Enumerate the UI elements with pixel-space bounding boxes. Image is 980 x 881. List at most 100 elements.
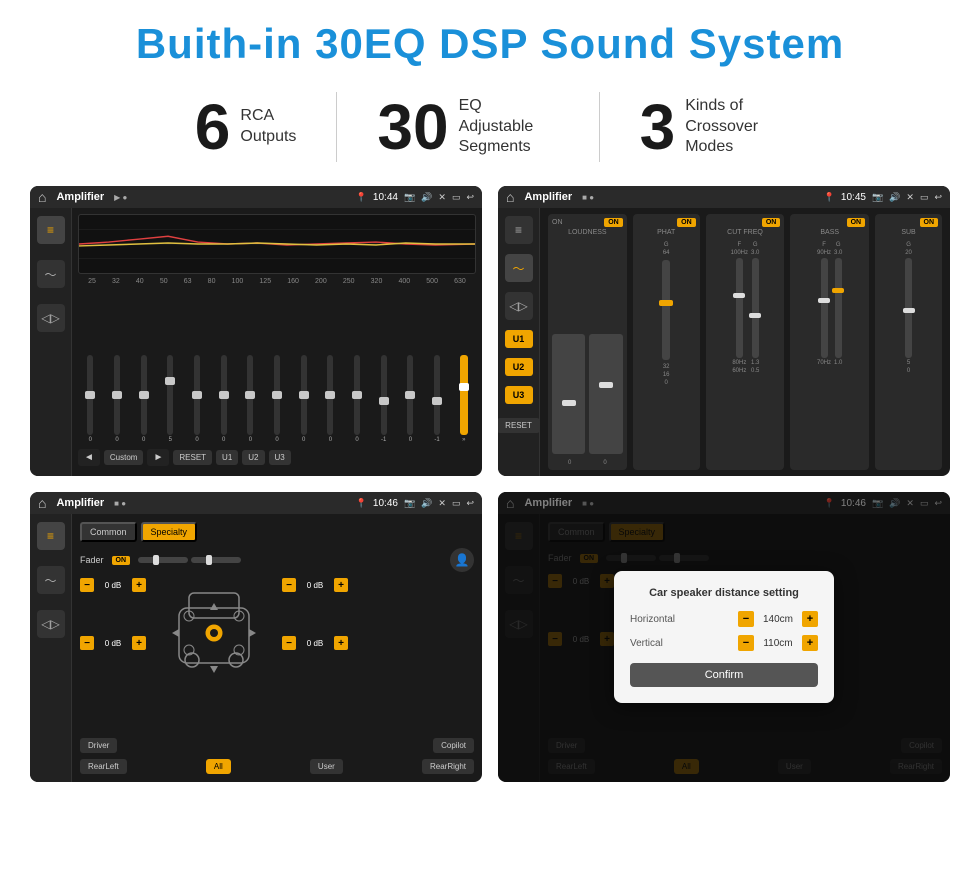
vol-lb-minus[interactable]: − bbox=[80, 636, 94, 650]
cross-eq-icon[interactable]: ≡ bbox=[505, 216, 533, 244]
eq-icon-wave[interactable]: 〜 bbox=[37, 260, 65, 288]
btn-copilot[interactable]: Copilot bbox=[433, 738, 474, 753]
eq-icon-active[interactable]: ≡ bbox=[37, 216, 65, 244]
eq-u3-btn[interactable]: U3 bbox=[269, 450, 291, 465]
dialog-title: Car speaker distance setting bbox=[630, 587, 818, 599]
loudness-on-badge[interactable]: ON bbox=[604, 218, 623, 227]
fader-user-icon: 👤 bbox=[450, 548, 474, 572]
back-icon-eq[interactable]: ↩ bbox=[466, 192, 474, 203]
btn-all[interactable]: All bbox=[206, 759, 231, 774]
bass-on-badge[interactable]: ON bbox=[847, 218, 866, 227]
dialog-overlay: Car speaker distance setting Horizontal … bbox=[498, 492, 950, 782]
fader-main-panel: Common Specialty Fader ON bbox=[72, 514, 482, 782]
eq-reset-btn[interactable]: RESET bbox=[173, 450, 212, 465]
eq-slider-14: » bbox=[451, 355, 476, 443]
btn-driver[interactable]: Driver bbox=[80, 738, 117, 753]
dialog-horizontal-minus[interactable]: − bbox=[738, 611, 754, 627]
dialog-confirm-button[interactable]: Confirm bbox=[630, 663, 818, 687]
camera-icon-eq: 📷 bbox=[404, 192, 415, 203]
cross-spk-icon[interactable]: ◁▷ bbox=[505, 292, 533, 320]
eq-custom-btn[interactable]: Custom bbox=[104, 450, 144, 465]
app-name-eq: Amplifier bbox=[56, 191, 104, 203]
screens-grid: ⌂ Amplifier ▶ ● 📍 10:44 📷 🔊 ✕ ▭ ↩ ≡ 〜 ◁▷ bbox=[30, 186, 950, 782]
vol-rb-minus[interactable]: − bbox=[282, 636, 296, 650]
dialog-horizontal-plus[interactable]: + bbox=[802, 611, 818, 627]
eq-bottom-bar: ◄ Custom ► RESET U1 U2 U3 bbox=[78, 445, 476, 470]
btn-rearleft[interactable]: RearLeft bbox=[80, 759, 127, 774]
fader-on-badge[interactable]: ON bbox=[112, 556, 131, 565]
location-icon-cross: 📍 bbox=[824, 192, 835, 203]
fader-bottom-buttons: Driver Copilot bbox=[80, 738, 474, 753]
vol-rt-plus[interactable]: + bbox=[334, 578, 348, 592]
cutfreq-on-badge[interactable]: ON bbox=[762, 218, 781, 227]
fader-track-1[interactable] bbox=[138, 557, 188, 563]
x-icon-eq: ✕ bbox=[438, 192, 446, 203]
btn-user[interactable]: User bbox=[310, 759, 343, 774]
vol-left-top: − 0 dB + bbox=[80, 578, 146, 592]
time-eq: 10:44 bbox=[373, 192, 398, 203]
home-icon-cross[interactable]: ⌂ bbox=[506, 189, 514, 205]
dialog-vertical-minus[interactable]: − bbox=[738, 635, 754, 651]
fader-control: Fader ON 👤 bbox=[80, 548, 474, 572]
home-icon-eq[interactable]: ⌂ bbox=[38, 189, 46, 205]
vol-rb-plus[interactable]: + bbox=[334, 636, 348, 650]
cross-wave-icon[interactable]: 〜 bbox=[505, 254, 533, 282]
stat-rca: 6 RCAOutputs bbox=[155, 95, 337, 159]
fader-wave-icon[interactable]: 〜 bbox=[37, 566, 65, 594]
volume-icon-eq: 🔊 bbox=[421, 192, 432, 203]
eq-prev-btn[interactable]: ◄ bbox=[78, 449, 100, 466]
time-fader: 10:46 bbox=[373, 498, 398, 509]
fader-eq-icon[interactable]: ≡ bbox=[37, 522, 65, 550]
eq-play-btn[interactable]: ► bbox=[147, 449, 169, 466]
eq-u2-btn[interactable]: U2 bbox=[242, 450, 264, 465]
fader-bottom-buttons-2: RearLeft All User RearRight bbox=[80, 759, 474, 774]
cross-u3-sidebar[interactable]: U3 bbox=[505, 386, 533, 404]
phat-title: PHAT bbox=[637, 229, 696, 236]
rect-icon-eq: ▭ bbox=[452, 192, 461, 203]
time-cross: 10:45 bbox=[841, 192, 866, 203]
dialog-vertical-plus[interactable]: + bbox=[802, 635, 818, 651]
fader-track-2[interactable] bbox=[191, 557, 241, 563]
status-bar-fader: ⌂ Amplifier ■ ● 📍 10:46 📷 🔊 ✕ ▭ ↩ bbox=[30, 492, 482, 514]
vol-lt-value: 0 dB bbox=[98, 581, 128, 590]
btn-rearright[interactable]: RearRight bbox=[422, 759, 474, 774]
cross-u1-sidebar[interactable]: U1 bbox=[505, 330, 533, 348]
crossover-screen-content: ≡ 〜 ◁▷ U1 U2 U3 RESET ON ON bbox=[498, 208, 950, 476]
sub-on-badge[interactable]: ON bbox=[920, 218, 939, 227]
crossover-sidebar: ≡ 〜 ◁▷ U1 U2 U3 RESET bbox=[498, 208, 540, 476]
eq-slider-6: 0 bbox=[238, 355, 263, 443]
rect-icon-cross: ▭ bbox=[920, 192, 929, 203]
location-icon-eq: 📍 bbox=[356, 192, 367, 203]
back-icon-cross[interactable]: ↩ bbox=[934, 192, 942, 203]
module-loudness: ON ON LOUDNESS bbox=[548, 214, 627, 470]
vol-lt-minus[interactable]: − bbox=[80, 578, 94, 592]
phat-on-badge[interactable]: ON bbox=[677, 218, 696, 227]
eq-icon-speaker[interactable]: ◁▷ bbox=[37, 304, 65, 332]
tab-common[interactable]: Common bbox=[80, 522, 137, 542]
tab-specialty[interactable]: Specialty bbox=[141, 522, 198, 542]
eq-sliders: 0 0 0 5 bbox=[78, 289, 476, 445]
eq-slider-1: 0 bbox=[105, 355, 130, 443]
dialog-box: Car speaker distance setting Horizontal … bbox=[614, 571, 834, 703]
eq-slider-5: 0 bbox=[211, 355, 236, 443]
eq-u1-btn[interactable]: U1 bbox=[216, 450, 238, 465]
app-name-cross: Amplifier bbox=[524, 191, 572, 203]
cross-reset-btn[interactable]: RESET bbox=[498, 418, 540, 433]
vol-rt-minus[interactable]: − bbox=[282, 578, 296, 592]
camera-icon-cross: 📷 bbox=[872, 192, 883, 203]
status-dots-fader: ■ ● bbox=[114, 499, 126, 508]
vol-right: − 0 dB + − 0 dB + bbox=[282, 578, 348, 732]
back-icon-fader[interactable]: ↩ bbox=[466, 498, 474, 509]
x-icon-cross: ✕ bbox=[906, 192, 914, 203]
vol-lt-plus[interactable]: + bbox=[132, 578, 146, 592]
home-icon-fader[interactable]: ⌂ bbox=[38, 495, 46, 511]
status-dots-cross: ■ ● bbox=[582, 193, 594, 202]
dialog-horizontal-value: 140cm bbox=[758, 614, 798, 625]
cross-u2-sidebar[interactable]: U2 bbox=[505, 358, 533, 376]
stat-rca-label: RCAOutputs bbox=[240, 106, 296, 148]
vol-left: − 0 dB + − 0 dB + bbox=[80, 578, 146, 732]
eq-screen-content: ≡ 〜 ◁▷ bbox=[30, 208, 482, 476]
sub-title: SUB bbox=[879, 229, 938, 236]
fader-spk-icon[interactable]: ◁▷ bbox=[37, 610, 65, 638]
vol-lb-plus[interactable]: + bbox=[132, 636, 146, 650]
